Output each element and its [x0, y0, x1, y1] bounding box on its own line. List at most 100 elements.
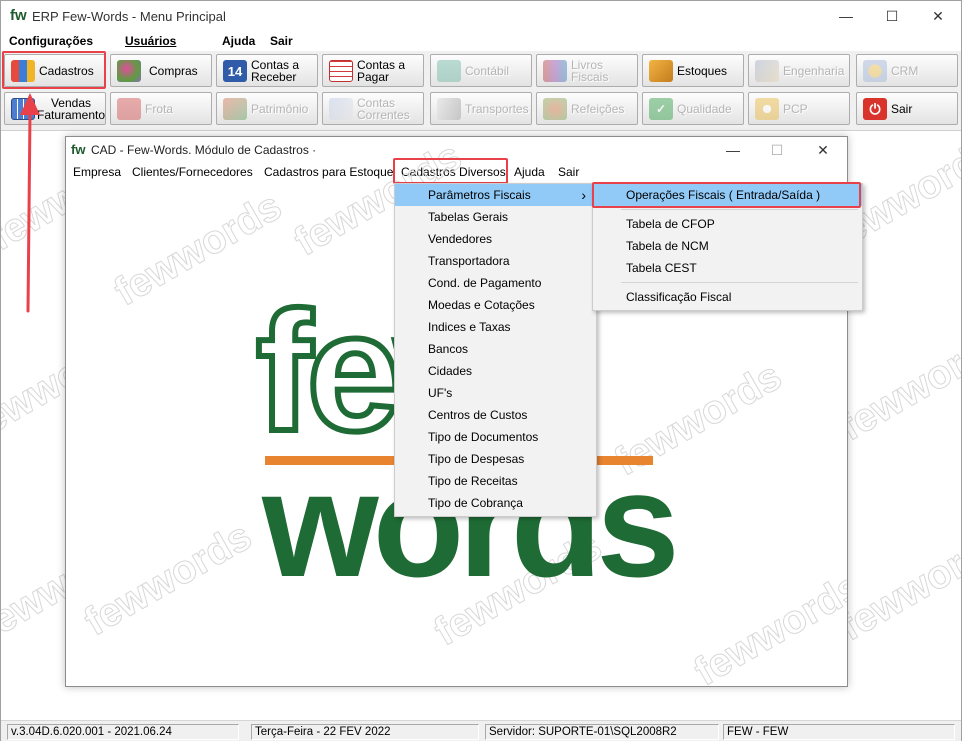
main-menu-bar: Configurações Usuários Ajuda Sair: [1, 31, 961, 51]
contas-correntes-label: Contas Correntes: [357, 95, 410, 122]
menu-item-cidades[interactable]: Cidades: [395, 360, 596, 382]
crm-label: CRM: [891, 63, 919, 78]
cad-minimize-button[interactable]: —: [713, 139, 753, 163]
menu-item-label: Tabelas Gerais: [428, 210, 509, 224]
status-server: Servidor: SUPORTE-01\SQL2008R2: [485, 724, 719, 740]
menu-ajuda[interactable]: Ajuda: [222, 34, 255, 48]
menu-item-tabelas-gerais[interactable]: Tabelas Gerais: [395, 206, 596, 228]
menu-item-tipo-receitas[interactable]: Tipo de Receitas: [395, 470, 596, 492]
menu-item-moedas-cotacoes[interactable]: Moedas e Cotações: [395, 294, 596, 316]
menu-item-label: Classificação Fiscal: [626, 290, 732, 304]
status-company: FEW - FEW: [723, 724, 955, 740]
menu-item-centros-custos[interactable]: Centros de Custos: [395, 404, 596, 426]
menu-item-label: Parâmetros Fiscais: [428, 188, 531, 202]
livros-fiscais-button[interactable]: Livros Fiscais: [536, 54, 638, 87]
cad-menu-empresa[interactable]: Empresa: [73, 165, 121, 179]
engenharia-label: Engenharia: [783, 63, 845, 78]
vendas-faturamento-label: Vendas Faturamento: [36, 95, 106, 122]
operacoes-fiscais-highlight: [592, 182, 861, 208]
menu-item-label: Vendedores: [428, 232, 493, 246]
minimize-button[interactable]: —: [823, 5, 869, 29]
menu-item-label: Tipo de Despesas: [428, 452, 525, 466]
pcp-button[interactable]: PCP: [748, 92, 850, 125]
boxes-icon: [649, 60, 673, 82]
menu-usuarios[interactable]: Usuários: [125, 34, 176, 48]
menu-item-label: Moedas e Cotações: [428, 298, 535, 312]
cadastros-diversos-highlight: [393, 158, 508, 184]
menu-item-label: Transportadora: [428, 254, 510, 268]
refeicoes-label: Refeições: [571, 101, 625, 116]
frota-label: Frota: [145, 101, 174, 116]
transport-icon: [437, 98, 461, 120]
status-date: Terça-Feira - 22 FEV 2022: [251, 724, 479, 740]
keyboard-icon: [437, 60, 461, 82]
cad-menu-ajuda[interactable]: Ajuda: [514, 165, 545, 179]
compras-button[interactable]: Compras: [110, 54, 212, 87]
watermark-text: fewwords: [832, 518, 961, 650]
contas-receber-button[interactable]: 14 Contas a Receber: [216, 54, 318, 87]
menu-item-cond-pagamento[interactable]: Cond. de Pagamento: [395, 272, 596, 294]
sair-button[interactable]: ⏻ Sair: [856, 92, 958, 125]
menu-item-tipo-cobranca[interactable]: Tipo de Cobrança: [395, 492, 596, 514]
cad-logo: fw: [71, 142, 86, 157]
meals-icon: [543, 98, 567, 120]
menu-item-tabela-cfop[interactable]: Tabela de CFOP: [593, 213, 862, 235]
menu-configuracoes[interactable]: Configurações: [9, 34, 93, 48]
sair-label: Sair: [891, 101, 913, 116]
truck-icon: [117, 98, 141, 120]
cad-maximize-button[interactable]: ☐: [757, 139, 797, 163]
contas-pagar-button[interactable]: Contas a Pagar: [322, 54, 424, 87]
pcp-label: PCP: [783, 101, 808, 116]
menu-item-label: UF's: [428, 386, 453, 400]
frota-button[interactable]: Frota: [110, 92, 212, 125]
cad-close-button[interactable]: ✕: [803, 139, 843, 163]
maximize-button[interactable]: ☐: [869, 5, 915, 29]
menu-item-tipo-documentos[interactable]: Tipo de Documentos: [395, 426, 596, 448]
menu-separator: [621, 282, 858, 283]
watermark-text: fewwords: [832, 318, 961, 450]
menu-item-tabela-cest[interactable]: Tabela CEST: [593, 257, 862, 279]
title-bar: fw ERP Few-Words - Menu Principal — ☐ ✕: [1, 1, 961, 31]
cad-menu-clientes-fornecedores[interactable]: Clientes/Fornecedores: [132, 165, 253, 179]
menu-separator: [621, 209, 858, 210]
qualidade-button[interactable]: ✓ Qualidade: [642, 92, 744, 125]
contas-receber-label: Contas a Receber: [251, 57, 300, 84]
crm-button[interactable]: CRM: [856, 54, 958, 87]
menu-item-label: Tabela CEST: [626, 261, 697, 275]
menu-item-transportadora[interactable]: Transportadora: [395, 250, 596, 272]
menu-item-vendedores[interactable]: Vendedores: [395, 228, 596, 250]
patrimonio-button[interactable]: Patrimônio: [216, 92, 318, 125]
contabil-label: Contábil: [465, 63, 510, 78]
annotation-arrow: [20, 93, 40, 313]
menu-item-parametros-fiscais[interactable]: Parâmetros Fiscais ›: [395, 184, 596, 206]
books-icon: [543, 60, 567, 82]
estoques-button[interactable]: Estoques: [642, 54, 744, 87]
module-toolbar: Cadastros Compras 14 Contas a Receber Co…: [1, 51, 961, 131]
check-shield-icon: ✓: [649, 98, 673, 120]
menu-item-classificacao-fiscal[interactable]: Classificação Fiscal: [593, 286, 862, 308]
menu-item-label: Tipo de Documentos: [428, 430, 539, 444]
close-button[interactable]: ✕: [915, 5, 961, 29]
refeicoes-button[interactable]: Refeições: [536, 92, 638, 125]
compras-label: Compras: [149, 63, 198, 78]
menu-item-label: Tipo de Cobrança: [428, 496, 523, 510]
menu-sair[interactable]: Sair: [270, 34, 293, 48]
building-icon: [223, 98, 247, 120]
menu-item-tipo-despesas[interactable]: Tipo de Despesas: [395, 448, 596, 470]
contabil-button[interactable]: Contábil: [430, 54, 532, 87]
engenharia-button[interactable]: Engenharia: [748, 54, 850, 87]
shopping-cart-icon: [117, 60, 141, 82]
menu-item-label: Indices e Taxas: [428, 320, 511, 334]
menu-item-label: Centros de Custos: [428, 408, 528, 422]
menu-item-ufs[interactable]: UF's: [395, 382, 596, 404]
patrimonio-label: Patrimônio: [251, 101, 309, 116]
transportes-button[interactable]: Transportes: [430, 92, 532, 125]
cad-menu-sair[interactable]: Sair: [558, 165, 579, 179]
menu-item-indices-taxas[interactable]: Indices e Taxas: [395, 316, 596, 338]
contas-correntes-button[interactable]: Contas Correntes: [322, 92, 424, 125]
menu-item-tabela-ncm[interactable]: Tabela de NCM: [593, 235, 862, 257]
cadastros-highlight: [2, 51, 106, 89]
calendar-grid-icon: [329, 60, 353, 82]
menu-item-bancos[interactable]: Bancos: [395, 338, 596, 360]
qualidade-label: Qualidade: [677, 101, 732, 116]
